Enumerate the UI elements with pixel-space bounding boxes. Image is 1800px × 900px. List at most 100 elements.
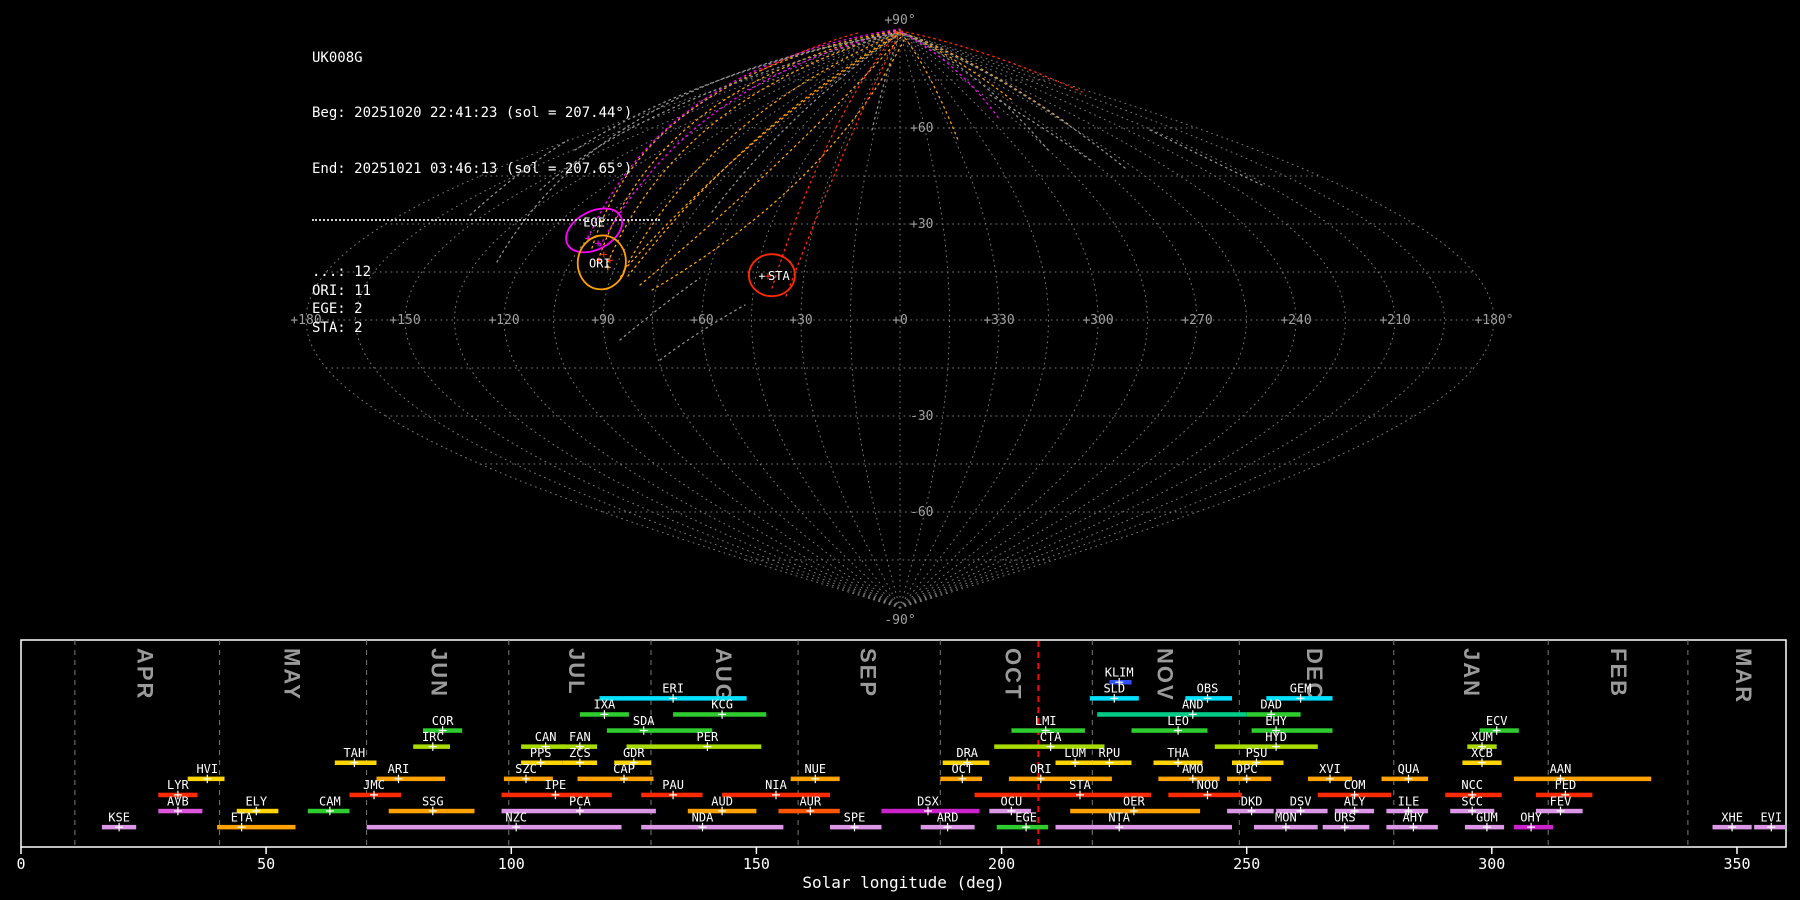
shower-label-ocu: OCU: [1001, 794, 1023, 808]
shower-label-gum: GUM: [1476, 810, 1498, 824]
longitude-label: +210: [1379, 313, 1410, 328]
shower-label-sld: SLD: [1103, 682, 1125, 696]
shower-label-szc: SZC: [515, 762, 537, 776]
shower-label-gdr: GDR: [623, 746, 645, 760]
shower-bar-leo: [1132, 728, 1208, 733]
end-time-line: End: 20251021 03:46:13 (sol = 207.65°): [312, 160, 660, 178]
shower-label-xcb: XCB: [1471, 746, 1493, 760]
longitude-label: +270: [1181, 313, 1212, 328]
longitude-label: +330: [983, 313, 1014, 328]
shower-bar-ari: [377, 777, 446, 782]
shower-label-dsx: DSX: [917, 794, 939, 808]
count-line-sta: STA: 2: [312, 319, 660, 337]
shower-bar-nda: [641, 825, 783, 830]
shower-label-hvi: HVI: [196, 762, 218, 776]
axis-tick-label: 150: [743, 855, 770, 873]
shower-label-xhe: XHE: [1721, 810, 1743, 824]
meteor-trail: [628, 34, 898, 276]
shower-label-dkd: DKD: [1241, 794, 1263, 808]
separator-line: [312, 219, 660, 221]
latitude-label: +90°: [884, 13, 915, 28]
shower-label-hyd: HYD: [1265, 730, 1287, 744]
shower-label-can: CAN: [535, 730, 557, 744]
shower-label-rpu: RPU: [1099, 746, 1121, 760]
latitude-label: +60: [910, 121, 933, 136]
meteor-trail: [872, 40, 897, 130]
shower-label-aud: AUD: [711, 794, 733, 808]
shower-count-list: ...: 12ORI: 11EGE: 2STA: 2: [312, 263, 660, 337]
shower-label-mon: MON: [1275, 810, 1297, 824]
radiant-meteor-marker: [759, 273, 765, 279]
longitude-label: +300: [1082, 313, 1113, 328]
shower-label-ixa: IXA: [594, 698, 616, 712]
shower-bar-ori: [1009, 777, 1112, 782]
month-label: JUN: [427, 648, 452, 698]
shower-label-pau: PAU: [662, 778, 684, 792]
shower-label-and: AND: [1182, 698, 1204, 712]
shower-label-klim: KLIM: [1105, 666, 1134, 680]
shower-label-eta: ETA: [231, 810, 253, 824]
shower-label-dad: DAD: [1260, 698, 1282, 712]
shower-label-lyr: LYR: [167, 778, 189, 792]
axis-tick-label: 100: [498, 855, 525, 873]
shower-label-leo: LEO: [1167, 714, 1189, 728]
count-line-ege: EGE: 2: [312, 300, 660, 318]
shower-label-ile: ILE: [1398, 794, 1420, 808]
shower-label-oer: OER: [1123, 794, 1145, 808]
axis-tick-label: 350: [1723, 855, 1750, 873]
shower-label-evi: EVI: [1760, 810, 1782, 824]
shower-label-dpc: DPC: [1236, 762, 1258, 776]
month-label: FEB: [1606, 648, 1631, 698]
shower-label-kse: KSE: [108, 810, 130, 824]
shower-label-com: COM: [1344, 778, 1366, 792]
shower-label-urs: URS: [1334, 810, 1356, 824]
meteor-trail: [904, 34, 1125, 168]
shower-label-lum: LUM: [1064, 746, 1086, 760]
shower-label-nia: NIA: [765, 778, 787, 792]
shower-label-fed: FED: [1555, 778, 1577, 792]
count-line-spo: ...: 12: [312, 263, 660, 281]
shower-label-sta: STA: [1069, 778, 1091, 792]
shower-label-ssg: SSG: [422, 794, 444, 808]
shower-label-ege: EGE: [1015, 810, 1037, 824]
x-axis-title: Solar longitude (deg): [802, 873, 1004, 892]
shower-label-noo: NOO: [1197, 778, 1219, 792]
shower-label-tha: THA: [1167, 746, 1189, 760]
axis-tick-label: 50: [257, 855, 275, 873]
shower-bar-eta: [217, 825, 295, 830]
shower-label-ipe: IPE: [545, 778, 567, 792]
shower-label-qua: QUA: [1398, 762, 1420, 776]
shower-label-nda: NDA: [692, 810, 714, 824]
shower-bar-ehy: [1252, 728, 1333, 733]
shower-label-eri: ERI: [662, 682, 684, 696]
shower-label-per: PER: [697, 730, 719, 744]
shower-label-spe: SPE: [844, 810, 866, 824]
month-label: APR: [133, 648, 158, 700]
shower-label-ard: ARD: [937, 810, 959, 824]
x-axis: 050100150200250300350Solar longitude (de…: [16, 847, 1750, 892]
shower-label-tah: TAH: [344, 746, 366, 760]
observation-info-block: UK008G Beg: 20251020 22:41:23 (sol = 207…: [312, 12, 660, 374]
shower-bar-cap: [578, 777, 654, 782]
month-label: AUG: [711, 648, 736, 703]
shower-label-nzc: NZC: [505, 810, 527, 824]
shower-label-nue: NUE: [804, 762, 826, 776]
meteor-trail: [901, 31, 1082, 92]
shower-label-gem: GEM: [1290, 682, 1312, 696]
shower-label-avb: AVB: [167, 794, 189, 808]
month-label: JUL: [564, 648, 589, 696]
meteor-trail: [901, 32, 1000, 120]
shower-label-aan: AAN: [1550, 762, 1572, 776]
shower-label-xvi: XVI: [1319, 762, 1341, 776]
axis-tick-label: 300: [1478, 855, 1505, 873]
shower-label-zcs: ZCS: [569, 746, 591, 760]
shower-label-pca: PCA: [569, 794, 591, 808]
shower-label-ahy: AHY: [1403, 810, 1425, 824]
month-label: MAY: [280, 648, 305, 701]
shower-label-ori: ORI: [1030, 762, 1052, 776]
count-line-ori: ORI: 11: [312, 282, 660, 300]
shower-label-cta: CTA: [1040, 730, 1062, 744]
longitude-label: +240: [1280, 313, 1311, 328]
shower-bar-nta: [1056, 825, 1233, 830]
month-guides: APRMAYJUNJULAUGSEPOCTNOVDECJANFEBMAR: [75, 640, 1756, 847]
